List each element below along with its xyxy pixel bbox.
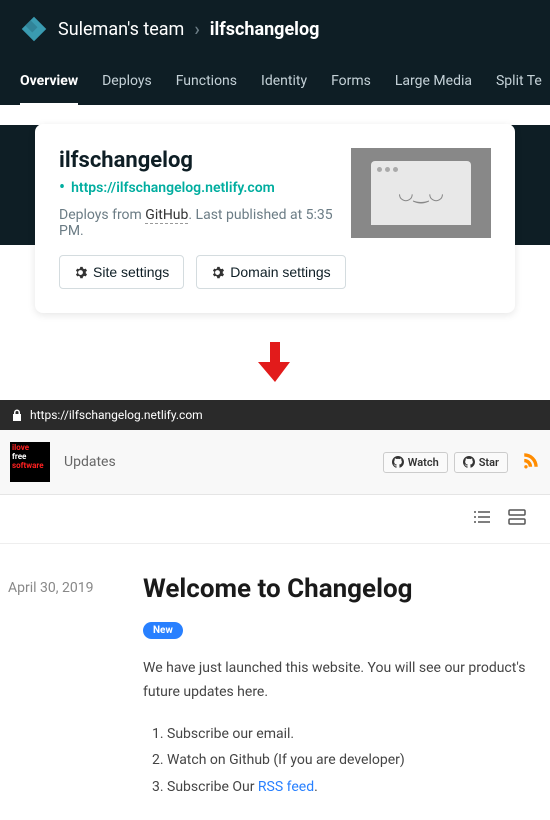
site-url-link[interactable]: https://ilfschangelog.netlify.com (71, 180, 275, 196)
lock-icon (12, 409, 22, 421)
site-card: ilfschangelog • https://ilfschangelog.ne… (35, 124, 515, 313)
rss-icon[interactable] (522, 450, 540, 474)
github-watch-button[interactable]: Watch (383, 452, 448, 473)
list-view-icon[interactable] (474, 509, 492, 525)
down-arrow-icon (258, 342, 292, 382)
nav-tabs: Overview Deploys Functions Identity Form… (20, 63, 530, 105)
site-preview-thumbnail: ◡‿◡ (351, 148, 491, 238)
view-toolbar (0, 495, 550, 544)
domain-settings-button[interactable]: Domain settings (196, 255, 345, 289)
post-intro: We have just launched this website. You … (143, 657, 542, 705)
tab-deploys[interactable]: Deploys (102, 63, 152, 105)
site-nav-header: ilove free software Updates Watch Star (0, 430, 550, 495)
breadcrumb-team[interactable]: Suleman's team (58, 19, 184, 40)
tab-large-media[interactable]: Large Media (395, 63, 472, 105)
tab-identity[interactable]: Identity (261, 63, 307, 105)
placeholder-face-icon: ◡‿◡ (371, 183, 471, 204)
browser-url[interactable]: https://ilfschangelog.netlify.com (30, 408, 203, 422)
tab-forms[interactable]: Forms (331, 63, 371, 105)
tab-split-testing[interactable]: Split Te (496, 63, 542, 105)
browser-address-bar: https://ilfschangelog.netlify.com (0, 400, 550, 430)
github-icon (392, 456, 404, 468)
tab-overview[interactable]: Overview (20, 63, 78, 105)
netlify-header: Suleman's team › ilfschangelog Overview … (0, 0, 550, 105)
breadcrumb-separator-icon: › (194, 19, 199, 40)
site-title: ilfschangelog (59, 148, 351, 173)
deploy-source-link[interactable]: GitHub (145, 207, 188, 224)
changelog-post: April 30, 2019 Welcome to Changelog New … (0, 544, 550, 820)
rss-feed-link[interactable]: RSS feed (258, 779, 314, 795)
post-badge-new: New (143, 622, 183, 639)
deploy-info: Deploys from GitHub. Last published at 5… (59, 207, 351, 239)
card-view-icon[interactable] (508, 509, 526, 525)
gear-icon (211, 266, 224, 279)
status-dot-icon: • (59, 179, 65, 197)
post-title: Welcome to Changelog (143, 574, 542, 604)
tab-functions[interactable]: Functions (176, 63, 237, 105)
netlify-logo-icon (20, 15, 48, 43)
list-item: Subscribe our email. (167, 721, 542, 748)
gear-icon (74, 266, 87, 279)
breadcrumb-project[interactable]: ilfschangelog (210, 19, 320, 40)
list-item: Watch on Github (If you are developer) (167, 747, 542, 774)
github-star-button[interactable]: Star (454, 452, 508, 473)
breadcrumb: Suleman's team › ilfschangelog (20, 15, 530, 63)
post-list: Subscribe our email. Watch on Github (If… (143, 721, 542, 801)
post-date: April 30, 2019 (8, 574, 143, 800)
list-item: Subscribe Our RSS feed. (167, 774, 542, 801)
github-icon (463, 456, 475, 468)
nav-updates-link[interactable]: Updates (64, 454, 116, 470)
brand-logo[interactable]: ilove free software (10, 442, 50, 482)
site-settings-button[interactable]: Site settings (59, 255, 184, 289)
